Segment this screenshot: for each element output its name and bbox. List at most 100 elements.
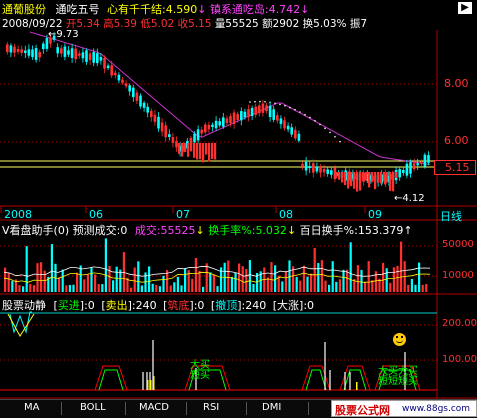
predict-volume: 预测成交:0	[72, 224, 128, 237]
volume-bar	[266, 277, 269, 292]
chart-canvas[interactable]	[0, 0, 477, 417]
volume-bar	[299, 280, 302, 292]
candle-body	[193, 133, 196, 143]
period-label[interactable]: 日线	[440, 208, 462, 224]
candle-body	[153, 114, 157, 122]
volume-bar	[400, 241, 403, 292]
cancel-top-label: 撤顶	[215, 299, 238, 312]
volume-bar	[198, 270, 201, 292]
volume-bar	[36, 263, 39, 292]
current-price-badge: 5.15	[434, 160, 476, 175]
turnover-label: 换手率%:	[208, 224, 256, 237]
volume-bar	[396, 265, 399, 292]
tab-dmi[interactable]: DMI	[262, 402, 281, 413]
candle-body	[157, 116, 160, 129]
dot-marker	[249, 101, 251, 103]
signal-annotation: 大买 短买	[190, 361, 210, 381]
signal-panel-header: 股票动静 [买进]:0 [卖出]:240 [筑底]:0 [撤顶]:240 [大涨…	[2, 299, 315, 312]
candle-body	[181, 143, 184, 157]
candle-body	[236, 113, 239, 120]
indicator-name[interactable]: 通吃五号	[56, 3, 100, 16]
tab-boll[interactable]: BOLL	[80, 402, 106, 413]
volume-bar	[407, 284, 410, 292]
volume-bar	[122, 252, 125, 292]
quote-close: 收5.15	[177, 18, 212, 30]
candle-body	[16, 49, 20, 52]
candle-body	[103, 57, 106, 69]
volume-panel-title[interactable]: V看盘助手(0)	[2, 224, 69, 237]
month-label: 06	[89, 208, 103, 221]
dot-marker	[279, 103, 281, 106]
candle-body	[319, 166, 322, 173]
candle-body	[34, 48, 38, 60]
volume-bar	[25, 246, 28, 292]
volume-tick-50000: 50000	[442, 239, 474, 250]
price-tick-8: 8.00	[444, 77, 469, 90]
candle-body	[160, 122, 164, 132]
month-label: 2008	[4, 208, 32, 221]
candle-body	[200, 129, 203, 134]
candle-body	[301, 163, 304, 167]
header-row-1: 通葡股份 通吃五号 心有千千结:4.590↓ 镇系通吃岛:4.742↓	[2, 1, 309, 17]
down-arrow-icon: ↓	[300, 3, 310, 16]
candle-body	[110, 65, 113, 76]
volume-bar	[169, 285, 172, 292]
volume-bar	[119, 269, 122, 292]
smiley-icon	[393, 333, 406, 346]
dot-marker	[264, 101, 266, 103]
dot-marker	[259, 100, 261, 103]
candle-body	[24, 50, 27, 53]
candle-body	[205, 143, 208, 155]
candle-body	[92, 52, 95, 63]
tab-rsi[interactable]: RSI	[203, 402, 219, 413]
dot-marker	[314, 120, 316, 122]
candle-body	[276, 115, 279, 121]
tab-macd[interactable]: MACD	[139, 402, 169, 413]
xinyou-label: 心有千千结:	[107, 3, 166, 16]
dot-marker	[324, 127, 326, 130]
candle-body	[254, 106, 257, 115]
candle-body	[386, 172, 389, 183]
volume-bar	[212, 274, 215, 292]
volume-bar	[252, 284, 255, 292]
turnover-value: 5.032	[255, 224, 287, 237]
volume-bar	[162, 275, 165, 292]
candle-body	[56, 47, 59, 54]
candle-body	[139, 95, 142, 107]
volume-bar	[238, 263, 241, 292]
stock-name[interactable]: 通葡股份	[2, 3, 46, 16]
candle-body	[199, 143, 202, 160]
candle-body	[96, 53, 99, 64]
volume-bar	[101, 284, 104, 292]
volume-bar	[151, 283, 154, 292]
candle-body	[250, 108, 254, 116]
candle-body	[38, 52, 41, 58]
expand-toggle-icon[interactable]: ▶	[458, 2, 472, 14]
down-arrow-icon: ↓	[197, 3, 207, 16]
candle-body	[9, 45, 13, 53]
dot-marker	[309, 116, 311, 119]
buy-in-label: 买进	[57, 299, 80, 312]
candle-body	[204, 124, 207, 133]
candle-body	[347, 172, 350, 189]
quote-volume: 量55525	[214, 18, 259, 30]
candle-body	[171, 137, 175, 143]
volume-bar	[418, 262, 421, 292]
tab-ma[interactable]: MA	[24, 402, 39, 413]
candle-body	[420, 161, 423, 164]
quote-amount: 额2902	[262, 18, 300, 30]
candle-body	[135, 92, 139, 101]
candle-body	[240, 111, 243, 121]
quote-amplitude: 振7	[349, 18, 368, 30]
volume-bar	[76, 272, 79, 292]
volume-bar	[374, 271, 377, 292]
candle-body	[330, 170, 333, 175]
signal-panel-title[interactable]: 股票动静	[2, 299, 46, 312]
down-arrow-icon: ↓	[286, 224, 297, 237]
volume-bar	[425, 283, 428, 292]
volume-bar	[295, 277, 298, 292]
volume-bar	[216, 286, 219, 292]
volume-bar	[50, 244, 53, 292]
month-label: 09	[368, 208, 382, 221]
candle-body	[99, 57, 103, 61]
